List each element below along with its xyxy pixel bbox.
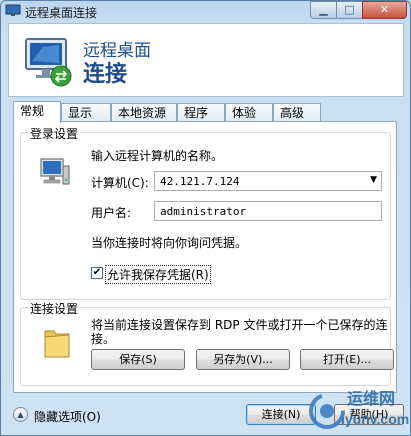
hide-options-link[interactable]: 隐藏选项(O): [34, 408, 101, 425]
connection-settings-group: 连接设置 将当前连接设置保存到 RDP 文件或打开一个已保存的连 接。 保存(S…: [20, 300, 394, 386]
watermark-line1: 运维网: [347, 389, 396, 408]
connection-settings-legend: 连接设置: [28, 300, 81, 317]
watermark-line2: iyunv.com: [341, 411, 410, 427]
close-button[interactable]: ✕: [362, 1, 407, 19]
minimize-icon: ▁: [319, 3, 328, 16]
computer-icon: [40, 158, 70, 185]
save-credentials-checkbox[interactable]: ✔: [91, 267, 103, 279]
save-as-button[interactable]: 另存为(V)...: [196, 349, 290, 370]
computer-label: 计算机(C):: [91, 176, 149, 190]
save-button[interactable]: 保存(S): [91, 349, 185, 370]
header-banner: 远程桌面 连接: [8, 23, 404, 97]
minimize-button[interactable]: ▁: [310, 1, 337, 19]
tab-programs[interactable]: 程序: [177, 103, 225, 122]
computer-combobox[interactable]: 42.121.7.124 ▼: [154, 171, 382, 191]
close-icon: ✕: [379, 3, 390, 16]
computer-name-prompt: 输入远程计算机的名称。: [91, 149, 224, 163]
connection-description-line2: 接。: [91, 332, 116, 346]
tab-experience[interactable]: 体验: [225, 103, 273, 122]
login-settings-group: 登录设置 输入远程计算机的名称。 计算机(C): 42.121.7.124 ▼ …: [20, 125, 391, 300]
username-field[interactable]: administrator: [154, 201, 382, 221]
window-title: 远程桌面连接: [25, 6, 98, 20]
tab-display[interactable]: 显示: [61, 103, 111, 122]
username-label: 用户名:: [91, 206, 132, 220]
rdp-window: 远程桌面连接 ▁ □ ✕ 远程桌面 连接 常规 显示 本地资源 程序 体验 高级…: [0, 0, 411, 436]
remote-desktop-icon: [5, 4, 21, 16]
connection-description-line1: 将当前连接设置保存到 RDP 文件或打开一个已保存的连: [91, 318, 388, 332]
maximize-icon: □: [344, 3, 355, 16]
credentials-note: 当你连接时将向你询问凭据。: [91, 236, 248, 250]
tab-advanced[interactable]: 高级: [273, 103, 321, 122]
remote-desktop-logo-icon: [25, 38, 72, 87]
computer-value: 42.121.7.124: [160, 175, 240, 188]
title-bar[interactable]: 远程桌面连接 ▁ □ ✕: [1, 1, 410, 23]
dropdown-arrow-icon[interactable]: ▼: [370, 175, 377, 185]
tab-general[interactable]: 常规: [13, 101, 61, 123]
username-value: administrator: [160, 205, 247, 218]
chevron-up-icon[interactable]: ▲: [13, 407, 28, 422]
save-credentials-label[interactable]: 允许我保存凭据(R): [105, 265, 211, 284]
watermark: 运维网 iyunv.com: [301, 385, 410, 435]
login-settings-legend: 登录设置: [28, 125, 81, 142]
open-button[interactable]: 打开(E)...: [300, 349, 394, 370]
tab-local-resources[interactable]: 本地资源: [111, 103, 177, 122]
maximize-button[interactable]: □: [336, 1, 363, 19]
general-tab-page: 登录设置 输入远程计算机的名称。 计算机(C): 42.121.7.124 ▼ …: [13, 121, 397, 393]
banner-title-line2: 连接: [83, 62, 128, 87]
folder-icon: [44, 330, 70, 358]
